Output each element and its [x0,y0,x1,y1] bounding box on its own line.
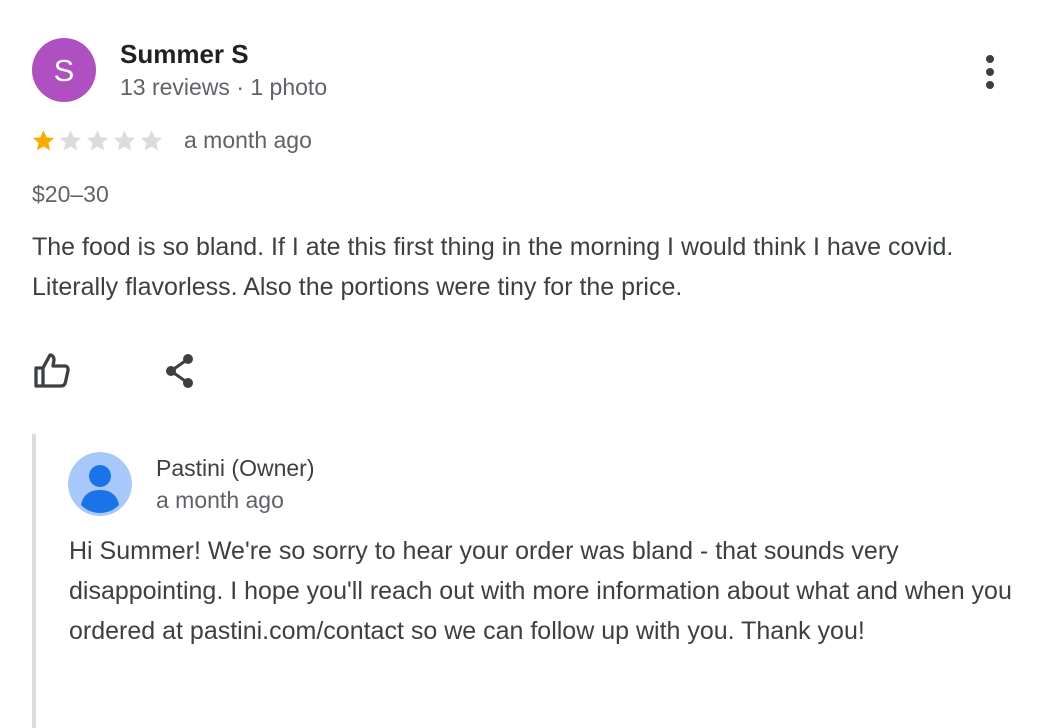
more-vertical-icon-dot [986,55,994,63]
thumbs-up-icon [34,353,70,388]
reviewer-name[interactable]: Summer S [120,39,249,70]
reviewer-initial: S [53,52,75,88]
more-vertical-icon-dot [986,81,994,89]
owner-reply-date: a month ago [156,487,284,513]
review-card: S Summer S 13 reviews · 1 photo a month … [0,0,1038,728]
share-button[interactable] [160,351,200,391]
star-icon [59,130,82,151]
like-button[interactable] [32,350,72,390]
review-text: The food is so bland. If I ate this firs… [32,233,954,301]
more-vertical-icon-dot [986,68,994,76]
owner-reply-text: Hi Summer! We're so sorry to hear your o… [69,537,1012,645]
star-icon [140,130,163,151]
reviewer-avatar[interactable]: S [32,38,96,102]
review-date: a month ago [184,127,312,153]
star-icon [32,130,55,151]
price-range: $20–30 [32,181,109,207]
default-profile-icon [68,452,132,516]
star-icon [86,130,109,151]
owner-reply: Pastini (Owner) a month ago Hi Summer! W… [32,434,1032,728]
reviewer-meta[interactable]: 13 reviews · 1 photo [120,74,327,101]
share-icon [166,354,193,388]
star-icon [113,130,136,151]
star-rating [30,126,165,156]
owner-avatar [68,452,132,516]
more-options-button[interactable] [972,50,1008,94]
owner-name: Pastini (Owner) [156,455,315,481]
